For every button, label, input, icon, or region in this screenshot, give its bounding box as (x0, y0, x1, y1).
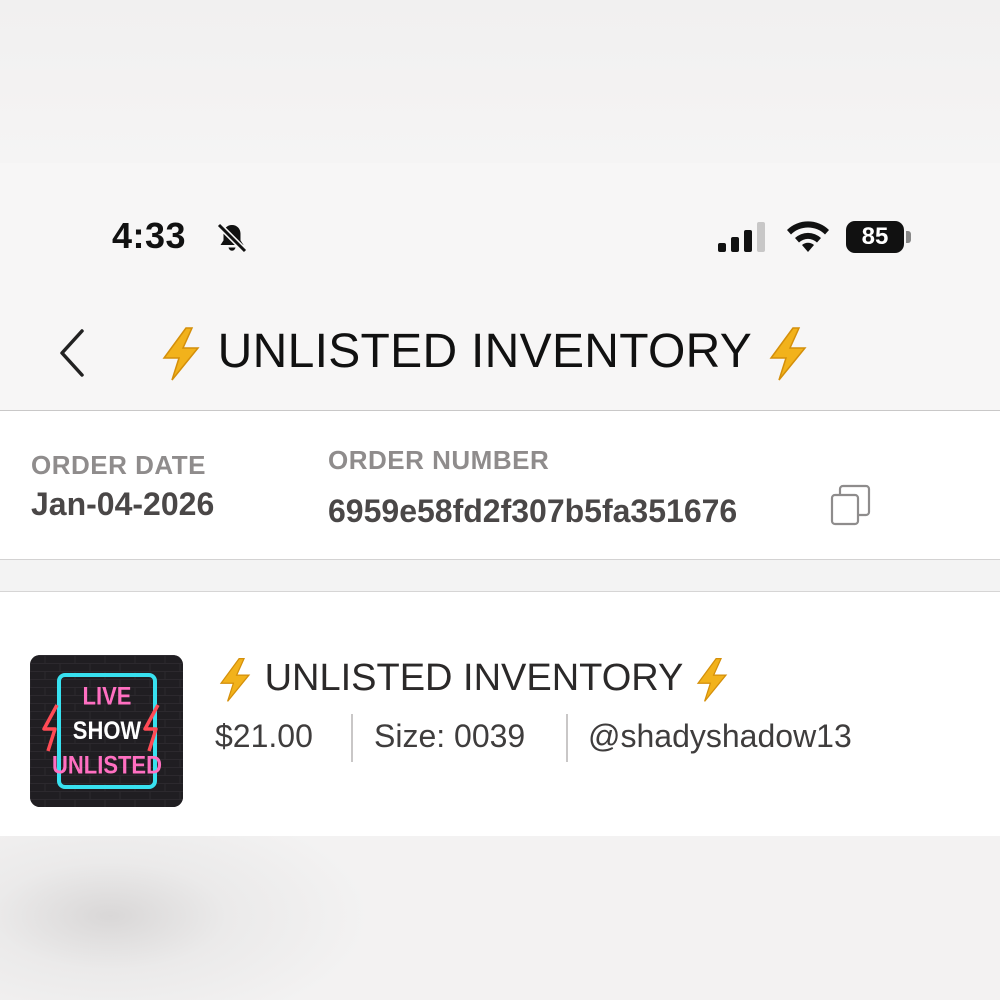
lightning-bolt-icon (769, 327, 807, 381)
meta-separator (351, 714, 353, 762)
section-gap (0, 560, 1000, 591)
thumbnail-line-3: UNLISTED (52, 752, 162, 780)
item-price: $21.00 (215, 718, 313, 754)
cellular-signal-icon (718, 222, 765, 252)
order-date-value: Jan-04-2026 (31, 486, 215, 522)
item-thumbnail[interactable]: LIVE SHOW UNLISTED (30, 655, 183, 807)
meta-separator (566, 714, 568, 762)
copy-icon[interactable] (830, 484, 872, 526)
thumbnail-line-1: LIVE (83, 683, 132, 711)
thumbnail-line-2: SHOW (73, 718, 142, 746)
photo-frame: 4:33 85 UNLISTED INVENTORY ORDER DATE Ja… (0, 0, 1000, 1000)
neon-sign-image: LIVE SHOW UNLISTED (30, 655, 183, 807)
battery-percent: 85 (861, 223, 889, 250)
page-title-text: UNLISTED INVENTORY (217, 325, 752, 378)
bell-slash-icon (216, 222, 248, 254)
lightning-bolt-icon (697, 657, 728, 702)
battery-cap (906, 231, 911, 243)
seller-username[interactable]: @shadyshadow13 (588, 714, 852, 758)
top-background (0, 0, 1000, 163)
lightning-bolt-icon (219, 657, 251, 702)
item-title-text: UNLISTED INVENTORY (264, 657, 683, 699)
page-title: UNLISTED INVENTORY (158, 322, 848, 382)
status-time: 4:33 (112, 215, 187, 256)
order-number-value[interactable]: 6959e58fd2f307b5fa351676 (328, 493, 737, 530)
item-title: UNLISTED INVENTORY (216, 652, 776, 704)
order-date-label: ORDER DATE (31, 450, 206, 480)
lightning-bolt-icon (162, 327, 200, 381)
back-button[interactable] (50, 325, 94, 381)
wifi-icon (787, 221, 829, 252)
item-size: Size: 0039 (374, 718, 526, 754)
bottom-background (0, 836, 1000, 1000)
order-number-label: ORDER NUMBER (328, 445, 550, 475)
